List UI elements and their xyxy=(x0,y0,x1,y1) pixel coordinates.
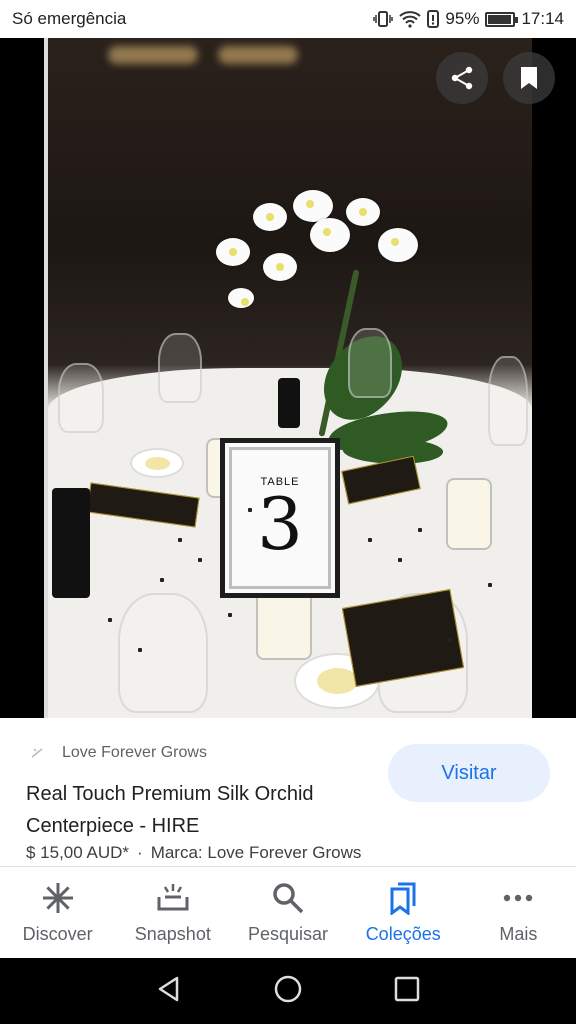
status-bar: Só emergência 95% 17:14 xyxy=(0,0,576,38)
wine-glass xyxy=(58,363,104,433)
nav-collections[interactable]: Coleções xyxy=(346,867,461,958)
save-button[interactable] xyxy=(503,52,555,104)
snapshot-icon xyxy=(155,880,191,916)
home-icon xyxy=(274,975,302,1002)
confetti xyxy=(488,583,492,587)
nav-label: Mais xyxy=(499,924,538,944)
nav-more[interactable]: Mais xyxy=(461,867,576,958)
nav-search[interactable]: Pesquisar xyxy=(230,867,345,958)
salt-shaker xyxy=(52,488,90,598)
back-icon xyxy=(159,976,179,1001)
share-button[interactable] xyxy=(436,52,488,104)
vibrate-icon xyxy=(373,10,394,28)
orchid-flower xyxy=(310,218,350,252)
pepper-shaker xyxy=(278,378,300,428)
confetti xyxy=(248,508,252,512)
nav-label: Pesquisar xyxy=(247,924,329,944)
confetti xyxy=(108,618,112,622)
alert-icon xyxy=(427,10,440,28)
nav-label: Discover xyxy=(22,924,93,944)
site-favicon xyxy=(26,742,48,764)
confetti xyxy=(418,528,422,532)
share-icon xyxy=(451,66,473,90)
collections-icon xyxy=(385,880,421,916)
visit-button[interactable]: Visitar xyxy=(388,744,550,802)
home-button[interactable] xyxy=(274,975,302,1008)
confetti xyxy=(368,538,372,542)
battery-percent: 95% xyxy=(445,9,480,28)
search-icon xyxy=(270,880,306,916)
image-viewer[interactable]: TABLE 3 xyxy=(0,38,576,718)
wine-glass xyxy=(118,593,208,713)
ceiling-light xyxy=(218,46,298,64)
confetti xyxy=(198,558,202,562)
recents-button[interactable] xyxy=(393,975,421,1008)
source-name: Love Forever Grows xyxy=(62,744,207,761)
confetti xyxy=(448,638,452,642)
more-icon xyxy=(500,880,536,916)
orchid-flower xyxy=(253,203,287,231)
orchid-flower xyxy=(216,238,250,266)
source-row[interactable]: Love Forever Grows xyxy=(26,742,207,764)
back-button[interactable] xyxy=(155,975,183,1008)
orchid-flower xyxy=(263,253,297,281)
table-number-card: TABLE 3 xyxy=(220,438,340,598)
bookmark-icon xyxy=(521,67,537,89)
nav-discover[interactable]: Discover xyxy=(0,867,115,958)
product-title[interactable]: Real Touch Premium Silk Orchid Centerpie… xyxy=(26,778,386,842)
candle-holder xyxy=(446,478,492,550)
system-nav-bar xyxy=(0,958,576,1024)
wine-glass xyxy=(488,356,528,446)
butter-dish xyxy=(130,448,184,478)
price-row: $ 15,00 AUD* · Marca: Love Forever Grows xyxy=(26,843,361,863)
orchid-flower xyxy=(346,198,380,226)
confetti xyxy=(178,538,182,542)
confetti xyxy=(228,613,232,617)
wifi-icon xyxy=(399,10,422,28)
table-card-number: 3 xyxy=(257,482,303,566)
product-info: Love Forever Grows Real Touch Premium Si… xyxy=(0,718,576,866)
wine-glass xyxy=(158,333,202,403)
nav-label: Snapshot xyxy=(134,924,211,944)
ceiling-light xyxy=(108,46,198,64)
asterisk-icon xyxy=(40,880,76,916)
carrier-text: Só emergência xyxy=(12,9,127,28)
nav-label: Coleções xyxy=(365,924,441,944)
confetti xyxy=(398,558,402,562)
product-photo[interactable]: TABLE 3 xyxy=(48,38,532,718)
confetti xyxy=(138,648,142,652)
bottom-nav: Discover Snapshot Pesquisar Coleções Mai… xyxy=(0,866,576,958)
status-icons: 95% 17:14 xyxy=(373,9,564,29)
recents-icon xyxy=(394,976,419,1001)
battery-icon xyxy=(485,11,519,27)
separator: · xyxy=(137,843,143,862)
nav-snapshot[interactable]: Snapshot xyxy=(115,867,230,958)
product-price: $ 15,00 AUD* xyxy=(26,843,130,862)
clock: 17:14 xyxy=(521,9,564,28)
wine-glass xyxy=(348,328,392,398)
orchid-flower xyxy=(228,288,254,308)
product-brand: Marca: Love Forever Grows xyxy=(150,843,362,862)
orchid-flower xyxy=(378,228,418,262)
confetti xyxy=(160,578,164,582)
